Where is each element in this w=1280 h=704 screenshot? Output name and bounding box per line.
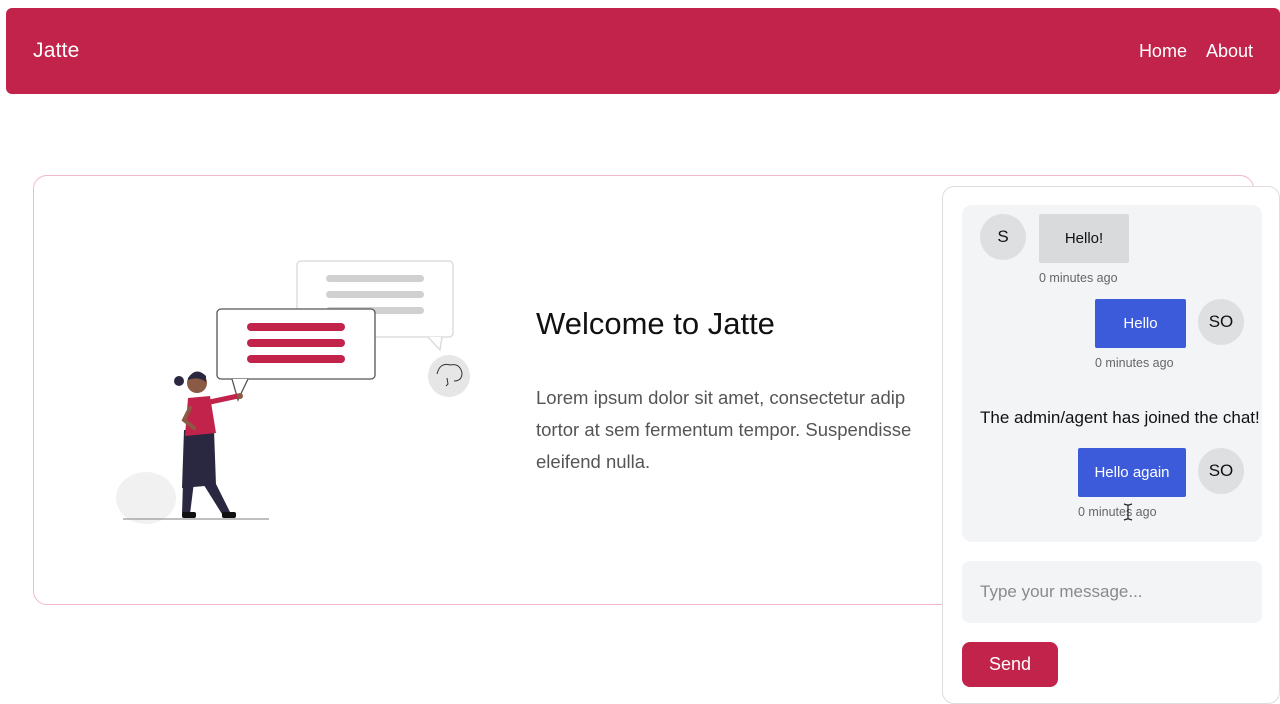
brand-logo[interactable]: Jatte — [33, 39, 80, 63]
avatar: SO — [1198, 299, 1244, 345]
person-illustration — [174, 371, 243, 518]
message-timestamp: 0 minutes ago — [1039, 271, 1118, 285]
chat-widget: S Hello! 0 minutes ago Hello SO 0 minute… — [942, 186, 1280, 704]
avatar: SO — [1198, 448, 1244, 494]
hero-description-line: eleifend nulla. — [536, 451, 651, 472]
hero-description: Lorem ipsum dolor sit amet, consectetur … — [536, 382, 942, 478]
bush-decoration — [116, 472, 176, 524]
chat-illustration — [116, 260, 470, 524]
hero-description-line: Lorem ipsum dolor sit amet, consectetur … — [536, 387, 906, 408]
message-timestamp: 0 minutes ago — [1095, 356, 1174, 370]
cursor-ibeam-icon — [1122, 502, 1134, 522]
message-input[interactable] — [962, 561, 1262, 623]
chat-log[interactable]: S Hello! 0 minutes ago Hello SO 0 minute… — [962, 205, 1262, 542]
message-bubble: Hello again — [1078, 448, 1186, 497]
system-message: The admin/agent has joined the chat! — [980, 408, 1260, 427]
hero-description-line: tortor at sem fermentum tempor. Suspendi… — [536, 419, 912, 440]
face-doodle-icon — [428, 355, 470, 397]
message-bubble: Hello! — [1039, 214, 1129, 263]
front-speech-bubble-icon — [216, 308, 376, 402]
navbar: Jatte Home About — [6, 8, 1280, 94]
message-timestamp: 0 minutes ago — [1078, 505, 1157, 519]
send-button[interactable]: Send — [962, 642, 1058, 687]
message-bubble: Hello — [1095, 299, 1186, 348]
nav-links: Home About — [1139, 41, 1253, 62]
avatar: S — [980, 214, 1026, 260]
hero-title: Welcome to Jatte — [536, 306, 775, 341]
nav-link-about[interactable]: About — [1206, 41, 1253, 62]
nav-link-home[interactable]: Home — [1139, 41, 1187, 62]
